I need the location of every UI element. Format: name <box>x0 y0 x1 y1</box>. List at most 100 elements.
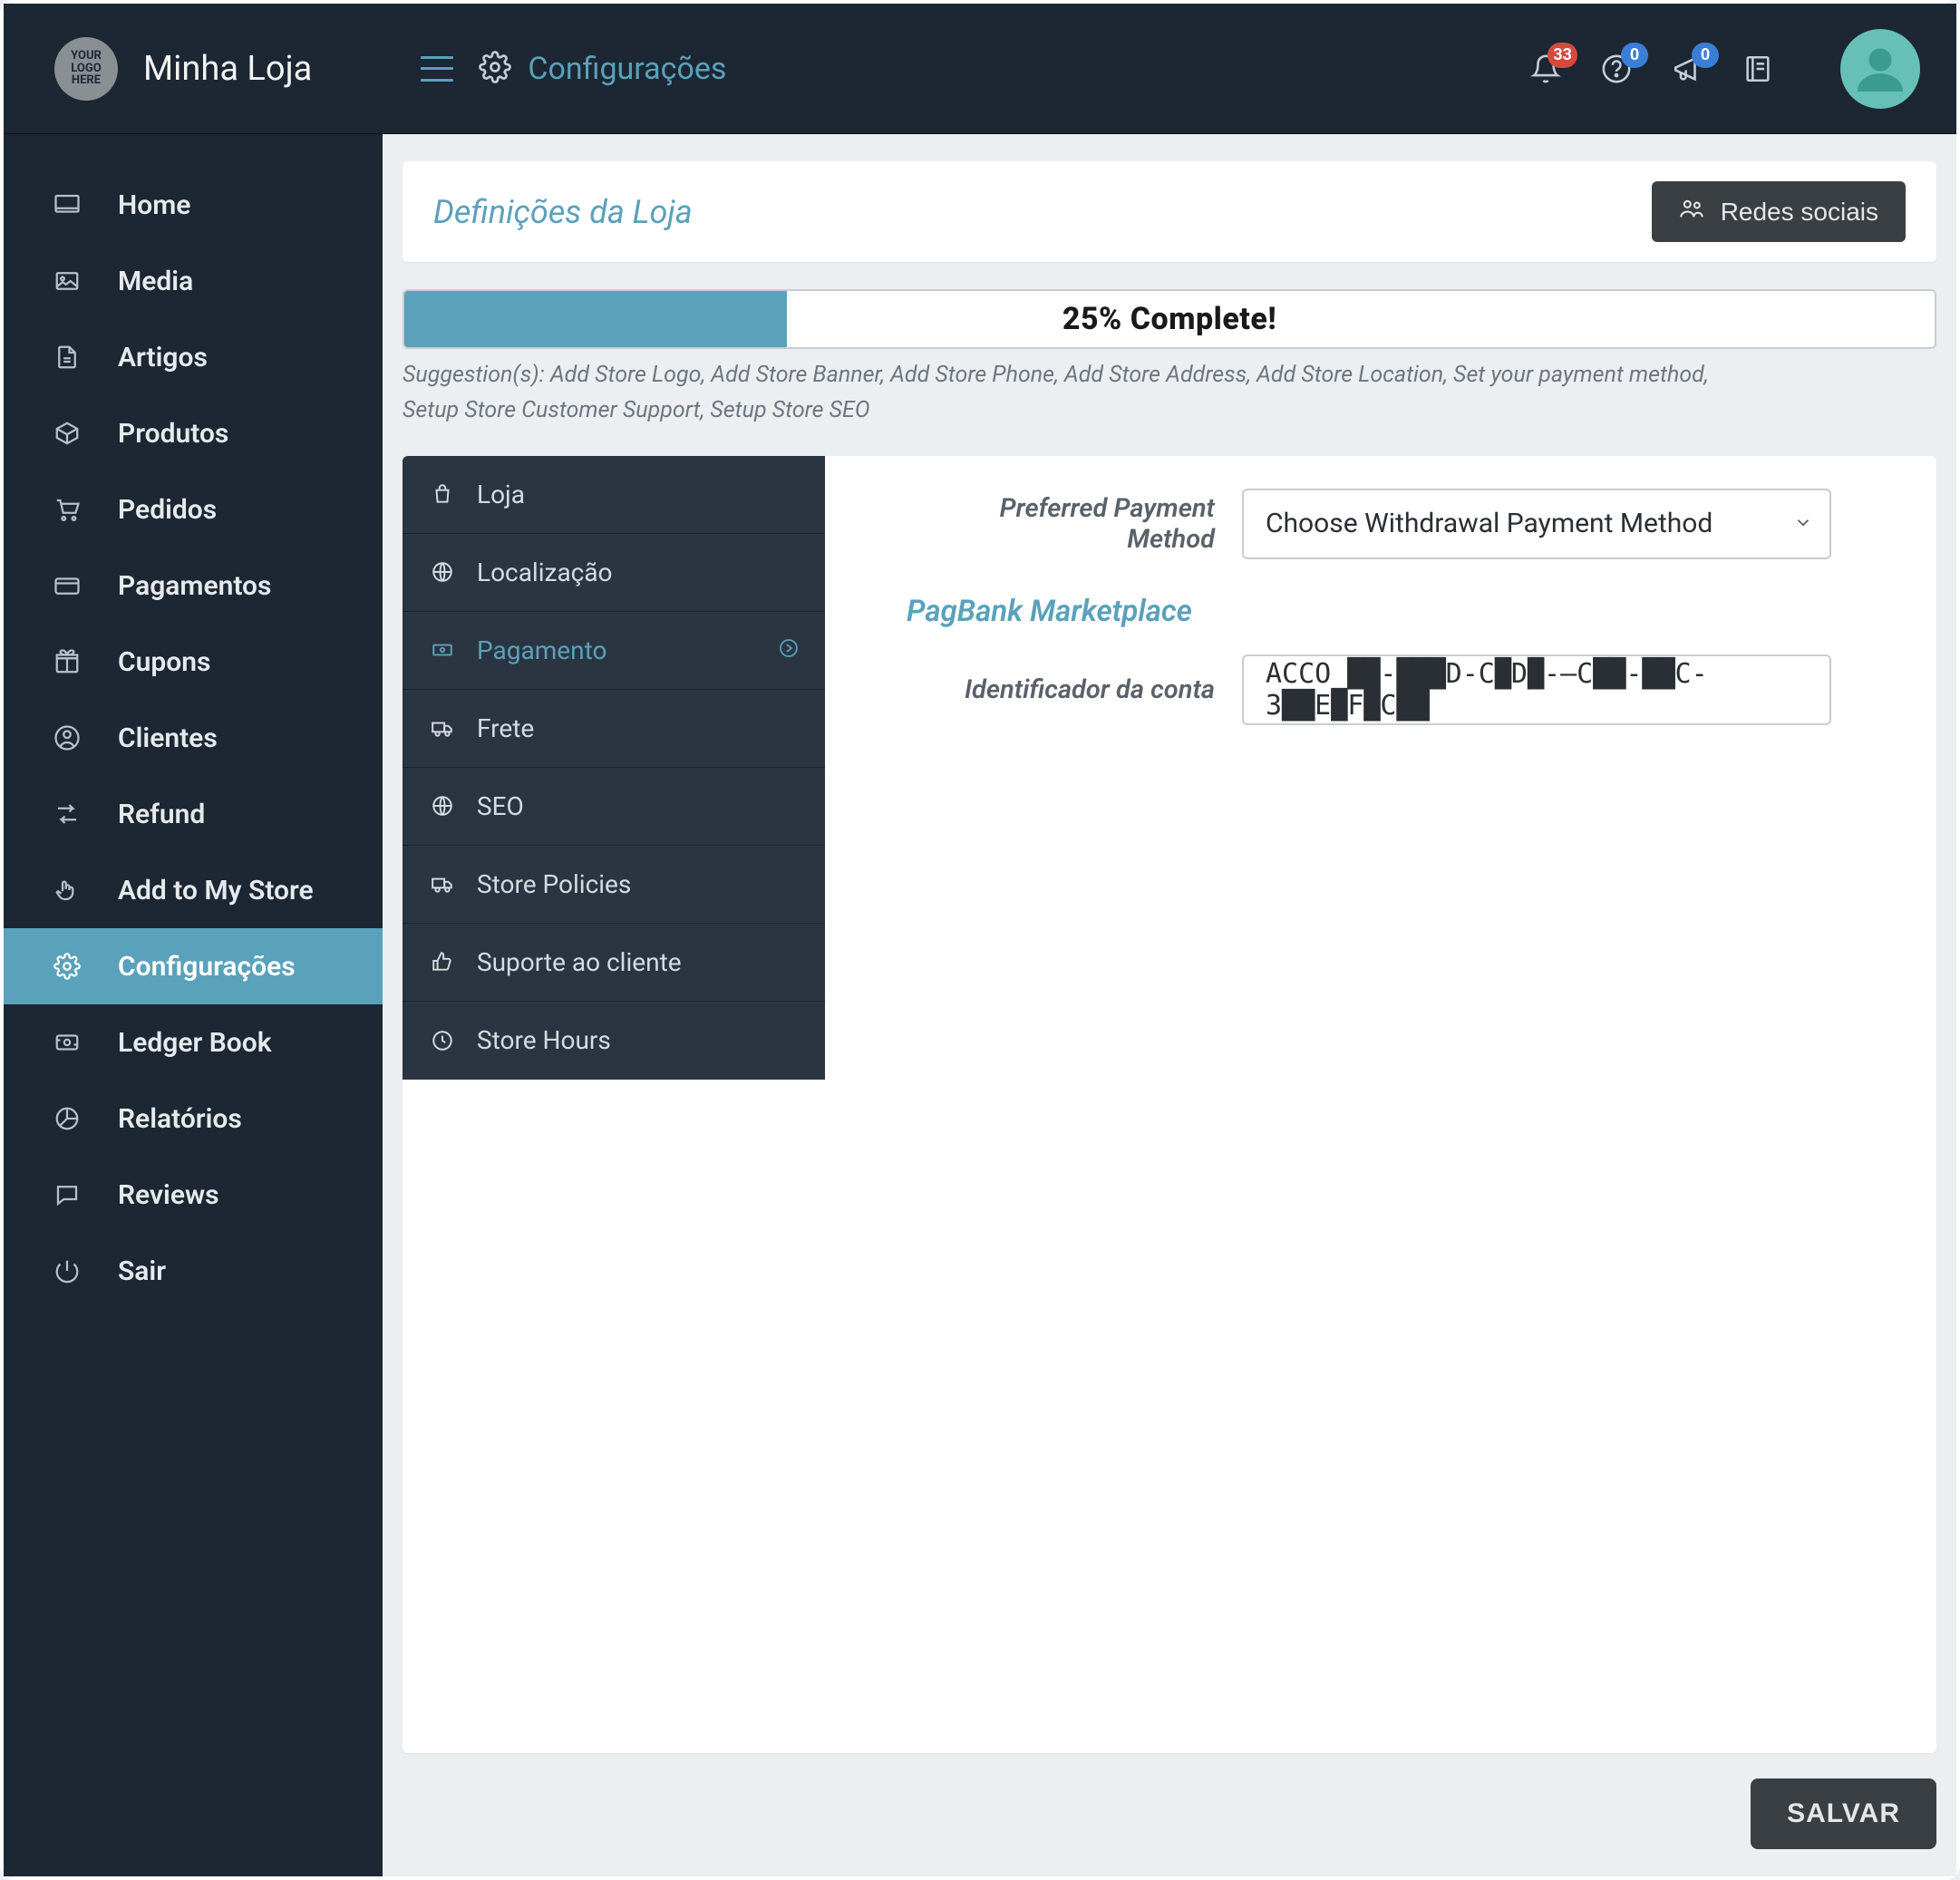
tab-label: Store Policies <box>477 869 631 899</box>
sidebar-item-label: Pagamentos <box>118 570 271 602</box>
sidebar-item-reports[interactable]: Relatórios <box>4 1081 383 1157</box>
sidebar-item-media[interactable]: Media <box>4 243 383 319</box>
globe-icon <box>428 560 457 584</box>
social-btn-label: Redes sociais <box>1721 198 1878 227</box>
bag-icon <box>428 482 457 506</box>
page-header-card: Definições da Loja Redes sociais <box>403 161 1936 262</box>
notifications-icon[interactable]: 33 <box>1530 53 1561 84</box>
sidebar-item-ledger[interactable]: Ledger Book <box>4 1004 383 1081</box>
preferred-method-label: Preferred Payment Method <box>907 493 1242 555</box>
logo-placeholder-text: YOUR LOGO HERE <box>71 50 102 87</box>
menu-toggle-icon[interactable] <box>421 56 453 82</box>
clock-icon <box>428 1029 457 1052</box>
sidebar-item-payments[interactable]: Pagamentos <box>4 548 383 624</box>
monitor-icon <box>51 191 83 218</box>
arrow-circle-icon <box>778 635 800 665</box>
docs-icon[interactable] <box>1742 53 1773 84</box>
sidebar-item-label: Sair <box>118 1255 166 1287</box>
tab-seo[interactable]: SEO <box>403 768 825 846</box>
help-badge: 0 <box>1621 43 1648 68</box>
sidebar-item-label: Ledger Book <box>118 1027 272 1059</box>
truck-icon <box>428 716 457 740</box>
ledger-icon <box>51 1029 83 1056</box>
globe-icon <box>428 794 457 818</box>
tab-label: Loja <box>477 480 525 509</box>
page-header-title: Definições da Loja <box>433 193 693 231</box>
box-icon <box>51 420 83 447</box>
sidebar-item-orders[interactable]: Pedidos <box>4 471 383 548</box>
sidebar: Home Media Artigos Produtos Pedidos Paga… <box>4 134 383 1876</box>
sidebar-item-products[interactable]: Produtos <box>4 395 383 471</box>
tab-label: Frete <box>477 713 534 743</box>
notifications-badge: 33 <box>1548 43 1577 68</box>
sidebar-item-label: Refund <box>118 799 205 830</box>
settings-tabs: Loja Localização Pagamento Frete <box>403 456 825 1080</box>
tab-label: Suporte ao cliente <box>477 947 682 977</box>
sidebar-item-label: Pedidos <box>118 494 217 526</box>
tab-location[interactable]: Localização <box>403 534 825 612</box>
sidebar-item-coupons[interactable]: Cupons <box>4 624 383 700</box>
sidebar-item-customers[interactable]: Clientes <box>4 700 383 776</box>
tab-label: SEO <box>477 791 524 821</box>
power-icon <box>51 1257 83 1284</box>
account-id-label: Identificador da conta <box>907 674 1242 705</box>
tab-hours[interactable]: Store Hours <box>403 1002 825 1080</box>
save-button[interactable]: SALVAR <box>1751 1778 1936 1849</box>
thumbs-up-icon <box>428 950 457 974</box>
sidebar-item-refund[interactable]: Refund <box>4 776 383 852</box>
sidebar-item-label: Artigos <box>118 342 208 373</box>
gear-icon <box>479 51 511 87</box>
tab-label: Pagamento <box>477 635 606 665</box>
store-name: Minha Loja <box>143 49 312 89</box>
help-icon[interactable]: 0 <box>1601 53 1632 84</box>
sidebar-item-label: Add to My Store <box>118 875 314 906</box>
tab-policies[interactable]: Store Policies <box>403 846 825 924</box>
sidebar-item-logout[interactable]: Sair <box>4 1233 383 1309</box>
account-id-input[interactable]: ACCO_██-███D-C█D█-—C██-██C-3██E█F█C██ <box>1242 654 1831 725</box>
user-avatar[interactable] <box>1840 29 1920 109</box>
announce-icon[interactable]: 0 <box>1672 53 1703 84</box>
truck-icon <box>428 872 457 896</box>
preferred-method-select[interactable]: Choose Withdrawal Payment Method <box>1242 489 1831 559</box>
content-area: Definições da Loja Redes sociais 25% Com… <box>383 134 1956 1876</box>
settings-form: Preferred Payment Method Choose Withdraw… <box>825 456 1936 1754</box>
gift-icon <box>51 648 83 675</box>
social-networks-button[interactable]: Redes sociais <box>1652 181 1906 242</box>
sidebar-item-label: Media <box>118 266 193 297</box>
tab-shipping[interactable]: Frete <box>403 690 825 768</box>
chart-icon <box>51 1105 83 1132</box>
announce-badge: 0 <box>1692 43 1719 68</box>
progress-label: 25% Complete! <box>404 291 1935 347</box>
sidebar-item-settings[interactable]: Configurações <box>4 928 383 1004</box>
page-title: Configurações <box>528 51 726 87</box>
progress-bar: 25% Complete! <box>403 289 1936 349</box>
sidebar-item-add-store[interactable]: Add to My Store <box>4 852 383 928</box>
store-logo: YOUR LOGO HERE <box>54 37 118 101</box>
sidebar-item-label: Home <box>118 189 190 221</box>
sidebar-item-articles[interactable]: Artigos <box>4 319 383 395</box>
suggestions-prefix: Suggestion(s): <box>403 362 550 388</box>
pointer-icon <box>51 877 83 904</box>
tab-label: Localização <box>477 557 613 587</box>
tab-payment[interactable]: Pagamento <box>403 612 825 690</box>
chevron-down-icon <box>1793 508 1813 539</box>
user-icon <box>51 724 83 751</box>
sidebar-item-label: Reviews <box>118 1179 219 1211</box>
suggestions-text: Suggestion(s): Add Store Logo, Add Store… <box>403 358 1936 429</box>
card-icon <box>51 572 83 599</box>
money-icon <box>428 638 457 662</box>
users-icon <box>1679 196 1704 228</box>
sidebar-item-label: Cupons <box>118 646 210 678</box>
sidebar-item-home[interactable]: Home <box>4 167 383 243</box>
pagbank-heading: PagBank Marketplace <box>907 594 1886 629</box>
sidebar-item-label: Clientes <box>118 722 218 754</box>
account-id-value: ACCO_██-███D-C█D█-—C██-██C-3██E█F█C██ <box>1266 658 1808 722</box>
image-icon <box>51 267 83 295</box>
tab-store[interactable]: Loja <box>403 456 825 534</box>
chat-icon <box>51 1181 83 1208</box>
sidebar-item-label: Configurações <box>118 951 296 983</box>
tab-label: Store Hours <box>477 1025 611 1055</box>
tab-support[interactable]: Suporte ao cliente <box>403 924 825 1002</box>
sidebar-item-reviews[interactable]: Reviews <box>4 1157 383 1233</box>
file-icon <box>51 344 83 371</box>
